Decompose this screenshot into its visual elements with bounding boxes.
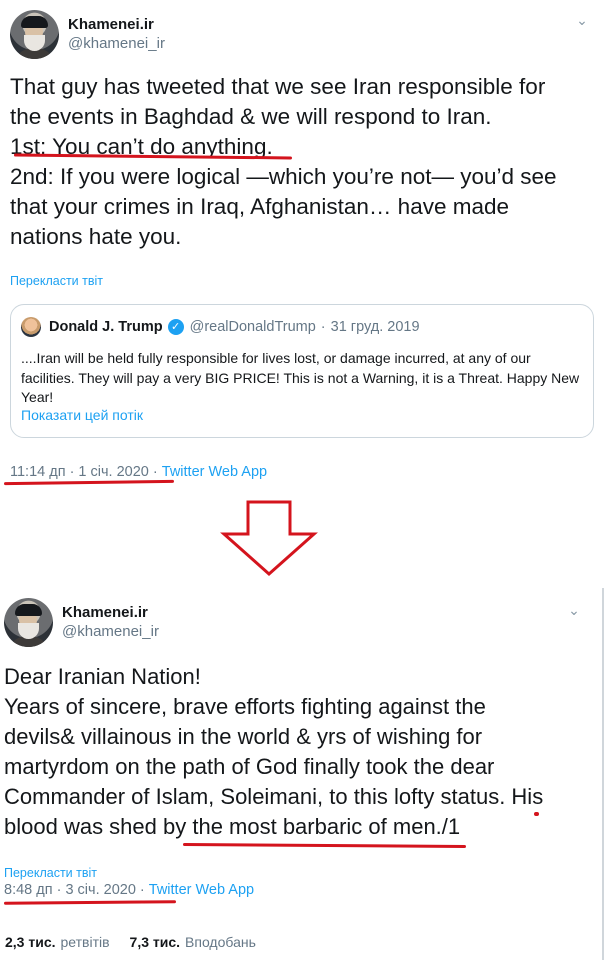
translate-tweet-link[interactable]: Перекласти твіт xyxy=(10,274,103,288)
tweet-line: that your crimes in Iraq, Afghanistan… h… xyxy=(10,194,510,219)
tweet-line: Years of sincere, brave efforts fighting… xyxy=(4,694,486,719)
chevron-down-icon[interactable]: ⌄ xyxy=(574,12,590,28)
quoted-text: ....Iran will be held fully responsible … xyxy=(21,350,580,405)
author-names[interactable]: Khamenei.ir @khamenei_ir xyxy=(68,16,165,54)
display-name[interactable]: Khamenei.ir xyxy=(62,604,159,623)
tweet-header: Khamenei.ir @khamenei_ir xyxy=(10,10,165,59)
tweet-card-1: Khamenei.ir @khamenei_ir ⌄ That guy has … xyxy=(0,0,604,492)
quoted-date: 31 груд. 2019 xyxy=(330,319,420,335)
author-names[interactable]: Khamenei.ir @khamenei_ir xyxy=(62,604,159,642)
likes-label: Вподобань xyxy=(185,934,256,950)
source-app-link[interactable]: Twitter Web App xyxy=(149,882,254,898)
engagement-stats: 2,3 тис. ретвітів 7,3 тис. Вподобань xyxy=(5,934,276,950)
show-thread-link[interactable]: Показати цей потік xyxy=(21,407,143,423)
chevron-down-icon[interactable]: ⌄ xyxy=(566,602,582,618)
tweet-line: 2nd: If you were logical —which you’re n… xyxy=(10,164,557,189)
quoted-tweet[interactable]: Donald J. Trump ✓ @realDonaldTrump · 31 … xyxy=(10,304,594,438)
tweet-line: blood was shed by the most barbaric of m… xyxy=(4,814,461,839)
likes-count: 7,3 тис. xyxy=(129,934,181,950)
tweet-line: devils& villainous in the world & yrs of… xyxy=(4,724,483,749)
likes-stat[interactable]: 7,3 тис. Вподобань xyxy=(130,934,256,950)
quoted-tweet-header: Donald J. Trump ✓ @realDonaldTrump · 31 … xyxy=(21,317,420,337)
retweets-count: 2,3 тис. xyxy=(5,934,56,950)
down-arrow-annotation xyxy=(220,500,318,577)
retweets-stat[interactable]: 2,3 тис. ретвітів xyxy=(5,934,110,950)
display-name[interactable]: Khamenei.ir xyxy=(68,16,165,35)
verified-badge-icon: ✓ xyxy=(167,319,184,335)
timestamp-text[interactable]: 11:14 дп · 1 січ. 2020 · xyxy=(10,464,162,480)
tweet-line: Commander of Islam, Soleimani, to this l… xyxy=(4,784,544,809)
handle[interactable]: @khamenei_ir xyxy=(62,623,159,642)
quoted-avatar xyxy=(21,317,41,337)
quoted-handle: @realDonaldTrump xyxy=(189,319,316,335)
separator-dot: · xyxy=(320,319,326,335)
tweet-line: the events in Baghdad & we will respond … xyxy=(10,104,492,129)
tweet-text: Dear Iranian Nation! Years of sincere, b… xyxy=(4,662,592,842)
translate-tweet-link[interactable]: Перекласти твіт xyxy=(4,866,97,880)
tweet-line: martyrdom on the path of God finally too… xyxy=(4,754,495,779)
tweet-timestamp: 11:14 дп · 1 січ. 2020 · Twitter Web App xyxy=(10,464,267,480)
retweets-label: ретвітів xyxy=(60,934,110,950)
tweet-line: 1st: You can’t do anything. xyxy=(10,134,273,159)
tweet-line: That guy has tweeted that we see Iran re… xyxy=(10,74,546,99)
red-mark-annotation xyxy=(534,812,539,816)
tweet-timestamp: 8:48 дп · 3 січ. 2020 · Twitter Web App xyxy=(4,882,254,898)
source-app-link[interactable]: Twitter Web App xyxy=(162,464,267,480)
quoted-display-name: Donald J. Trump xyxy=(49,319,163,335)
handle[interactable]: @khamenei_ir xyxy=(68,35,165,54)
tweet-line: Dear Iranian Nation! xyxy=(4,664,201,689)
tweet-text: That guy has tweeted that we see Iran re… xyxy=(10,72,594,252)
tweet-line: nations hate you. xyxy=(10,224,182,249)
tweet-header: Khamenei.ir @khamenei_ir xyxy=(4,598,159,647)
avatar[interactable] xyxy=(10,10,59,59)
tweet-card-2: Khamenei.ir @khamenei_ir ⌄ Dear Iranian … xyxy=(0,588,604,960)
avatar[interactable] xyxy=(4,598,53,647)
timestamp-text[interactable]: 8:48 дп · 3 січ. 2020 · xyxy=(4,882,149,898)
